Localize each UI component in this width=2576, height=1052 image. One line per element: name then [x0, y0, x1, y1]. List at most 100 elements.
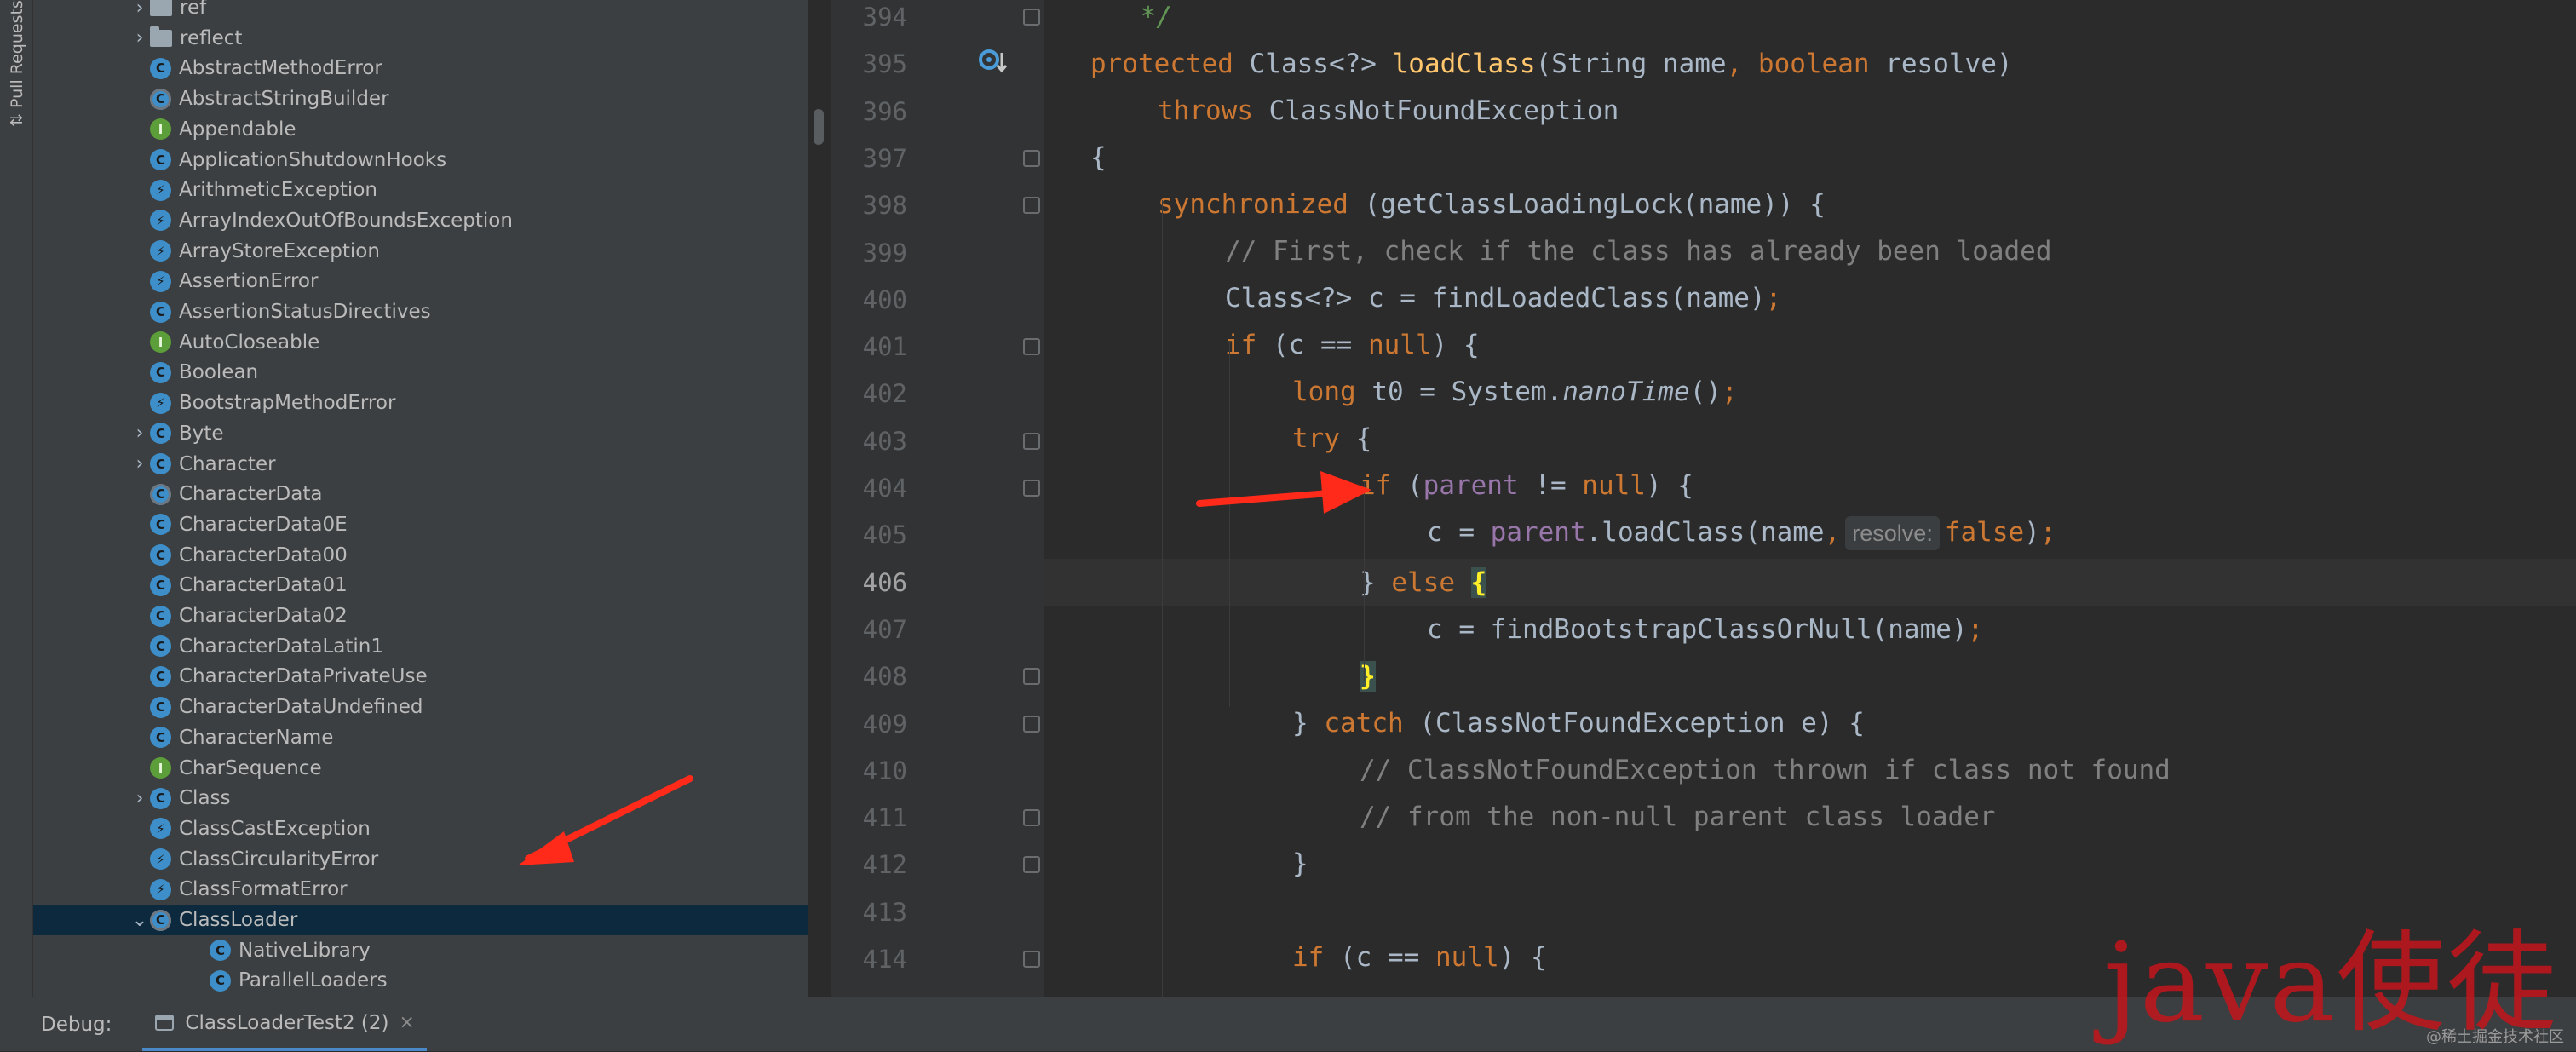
code-line-412: }: [1292, 848, 1308, 879]
line-number: 402: [862, 379, 907, 409]
tree-item-label: CharacterData01: [179, 574, 348, 597]
tree-item[interactable]: C NativeLibrary: [33, 935, 808, 966]
fold-marker-icon[interactable]: [1023, 856, 1040, 874]
tree-item-label: CharacterDataPrivateUse: [179, 665, 428, 688]
tree-item-label: AbstractStringBuilder: [179, 88, 389, 111]
fold-marker-icon[interactable]: [1023, 951, 1040, 968]
line-number: 403: [862, 426, 907, 456]
code-line-400: Class<?> c = findLoadedClass(name);: [1225, 283, 1782, 313]
chevron-down-icon[interactable]: ⌄: [129, 910, 150, 931]
class-icon: C: [150, 635, 171, 658]
class-icon: C: [150, 57, 171, 79]
fold-marker-icon[interactable]: [1023, 338, 1040, 356]
tree-item[interactable]: I AutoCloseable: [33, 327, 808, 358]
pull-requests-tab[interactable]: ⇅ Pull Requests: [5, 0, 29, 128]
tree-item[interactable]: C AbstractStringBuilder: [33, 83, 808, 114]
red-arrow-code: [1196, 471, 1371, 514]
fold-marker-icon[interactable]: [1023, 668, 1040, 686]
line-number: 406: [862, 567, 907, 597]
tree-item-label: ApplicationShutdownHooks: [179, 148, 447, 171]
abstract-icon: C: [150, 909, 171, 931]
fold-marker-icon[interactable]: [1023, 715, 1040, 733]
run-config-icon: [155, 1014, 175, 1031]
chevron-right-icon[interactable]: ›: [129, 788, 150, 809]
chevron-right-icon[interactable]: ›: [129, 27, 150, 49]
tree-item[interactable]: ⚡ BootstrapMethodError: [33, 388, 808, 418]
tree-item-label: CharacterName: [179, 726, 334, 749]
close-tab-icon[interactable]: ×: [400, 1012, 415, 1033]
editor-gutter[interactable]: 394 395 396 397 398 399 400 401 402 403 404 405 406 4…: [831, 0, 1044, 997]
tree-item[interactable]: › reflect: [33, 23, 808, 54]
tree-item-label: ClassCastException: [179, 817, 371, 840]
tree-item[interactable]: C AssertionStatusDirectives: [33, 296, 808, 327]
tree-item-label: ParallelLoaders: [239, 969, 388, 992]
line-number: 408: [862, 662, 907, 692]
tree-item[interactable]: ⌄ C ClassLoader: [33, 905, 808, 935]
fold-marker-icon[interactable]: [1023, 432, 1040, 450]
tree-item[interactable]: › C Character: [33, 449, 808, 480]
tree-item[interactable]: C ParallelLoaders: [33, 965, 808, 996]
line-number: 405: [862, 520, 907, 550]
debug-session-tab[interactable]: ClassLoaderTest2 (2) ×: [142, 997, 427, 1051]
line-number: 412: [862, 850, 907, 880]
code-line-402: long t0 = System.nanoTime();: [1292, 377, 1738, 407]
tree-item[interactable]: C CharacterDataLatin1: [33, 631, 808, 662]
code-line-405: c = parent.loadClass(name, resolve: false)…: [1427, 509, 2056, 556]
tree-item[interactable]: C CharacterData02: [33, 601, 808, 631]
tree-item-label: CharacterDataLatin1: [179, 635, 383, 658]
tree-item-label: ArrayIndexOutOfBoundsException: [179, 209, 513, 232]
fold-marker-icon[interactable]: [1023, 9, 1040, 26]
fold-marker-icon[interactable]: [1023, 480, 1040, 497]
tree-item-label: ref: [180, 0, 207, 19]
code-line-398: synchronized (getClassLoadingLock(name))…: [1158, 189, 1826, 220]
class-icon: C: [150, 149, 171, 170]
code-line-408: }: [1360, 652, 1376, 700]
tree-item[interactable]: ⚡ ClassFormatError: [33, 874, 808, 905]
class-icon: C: [150, 453, 171, 474]
exception-icon: ⚡: [150, 818, 171, 840]
chevron-right-icon[interactable]: ›: [129, 453, 150, 474]
tree-item[interactable]: C CharacterData00: [33, 540, 808, 571]
tree-item[interactable]: C AbstractMethodError: [33, 53, 808, 83]
class-icon: C: [150, 574, 171, 596]
abstract-icon: C: [150, 483, 171, 505]
class-icon: C: [150, 544, 171, 566]
tree-item[interactable]: ⚡ ArrayIndexOutOfBoundsException: [33, 205, 808, 236]
fold-marker-icon[interactable]: [1023, 809, 1040, 827]
tree-item[interactable]: C Boolean: [33, 357, 808, 388]
indent-guide: [1229, 341, 1230, 707]
override-method-icon[interactable]: [977, 46, 1008, 77]
chevron-right-icon[interactable]: ›: [129, 0, 150, 19]
tree-item[interactable]: C CharacterDataPrivateUse: [33, 661, 808, 692]
pull-requests-icon: ⇅: [8, 112, 26, 127]
tree-item[interactable]: C CharacterDataUndefined: [33, 692, 808, 722]
tree-item[interactable]: C ApplicationShutdownHooks: [33, 145, 808, 175]
tree-item-label: Class: [179, 787, 231, 810]
tree-item[interactable]: ⚡ ArithmeticException: [33, 175, 808, 205]
tree-item[interactable]: C CharacterName: [33, 722, 808, 753]
fold-marker-icon[interactable]: [1023, 149, 1040, 167]
project-tree-scrollbar[interactable]: [814, 109, 824, 145]
tree-item[interactable]: I Appendable: [33, 114, 808, 145]
tree-item[interactable]: › C Byte: [33, 418, 808, 449]
tree-item-label: ArrayStoreException: [179, 239, 380, 262]
line-number: 414: [862, 945, 907, 974]
line-number: 398: [862, 191, 907, 221]
tree-item[interactable]: C CharacterData: [33, 479, 808, 509]
class-icon: C: [150, 514, 171, 536]
tree-item[interactable]: C CharacterData01: [33, 570, 808, 601]
tree-item[interactable]: ⚡ ArrayStoreException: [33, 236, 808, 267]
line-number: 397: [862, 143, 907, 173]
class-icon: C: [150, 605, 171, 627]
fold-marker-icon[interactable]: [1023, 197, 1040, 215]
tree-item[interactable]: ⚡ AssertionError: [33, 266, 808, 296]
code-editor[interactable]: 394 395 396 397 398 399 400 401 402 403 404 405 406 4…: [831, 0, 2576, 997]
pull-requests-label: Pull Requests: [8, 0, 26, 108]
chevron-right-icon[interactable]: ›: [129, 423, 150, 444]
matched-brace-close: }: [1360, 661, 1376, 692]
tree-item[interactable]: C CharacterData0E: [33, 509, 808, 540]
folder-icon: [150, 26, 172, 47]
line-number: 411: [862, 803, 907, 833]
tree-item[interactable]: › ref: [33, 0, 808, 23]
tree-item-label: CharSequence: [179, 756, 322, 779]
